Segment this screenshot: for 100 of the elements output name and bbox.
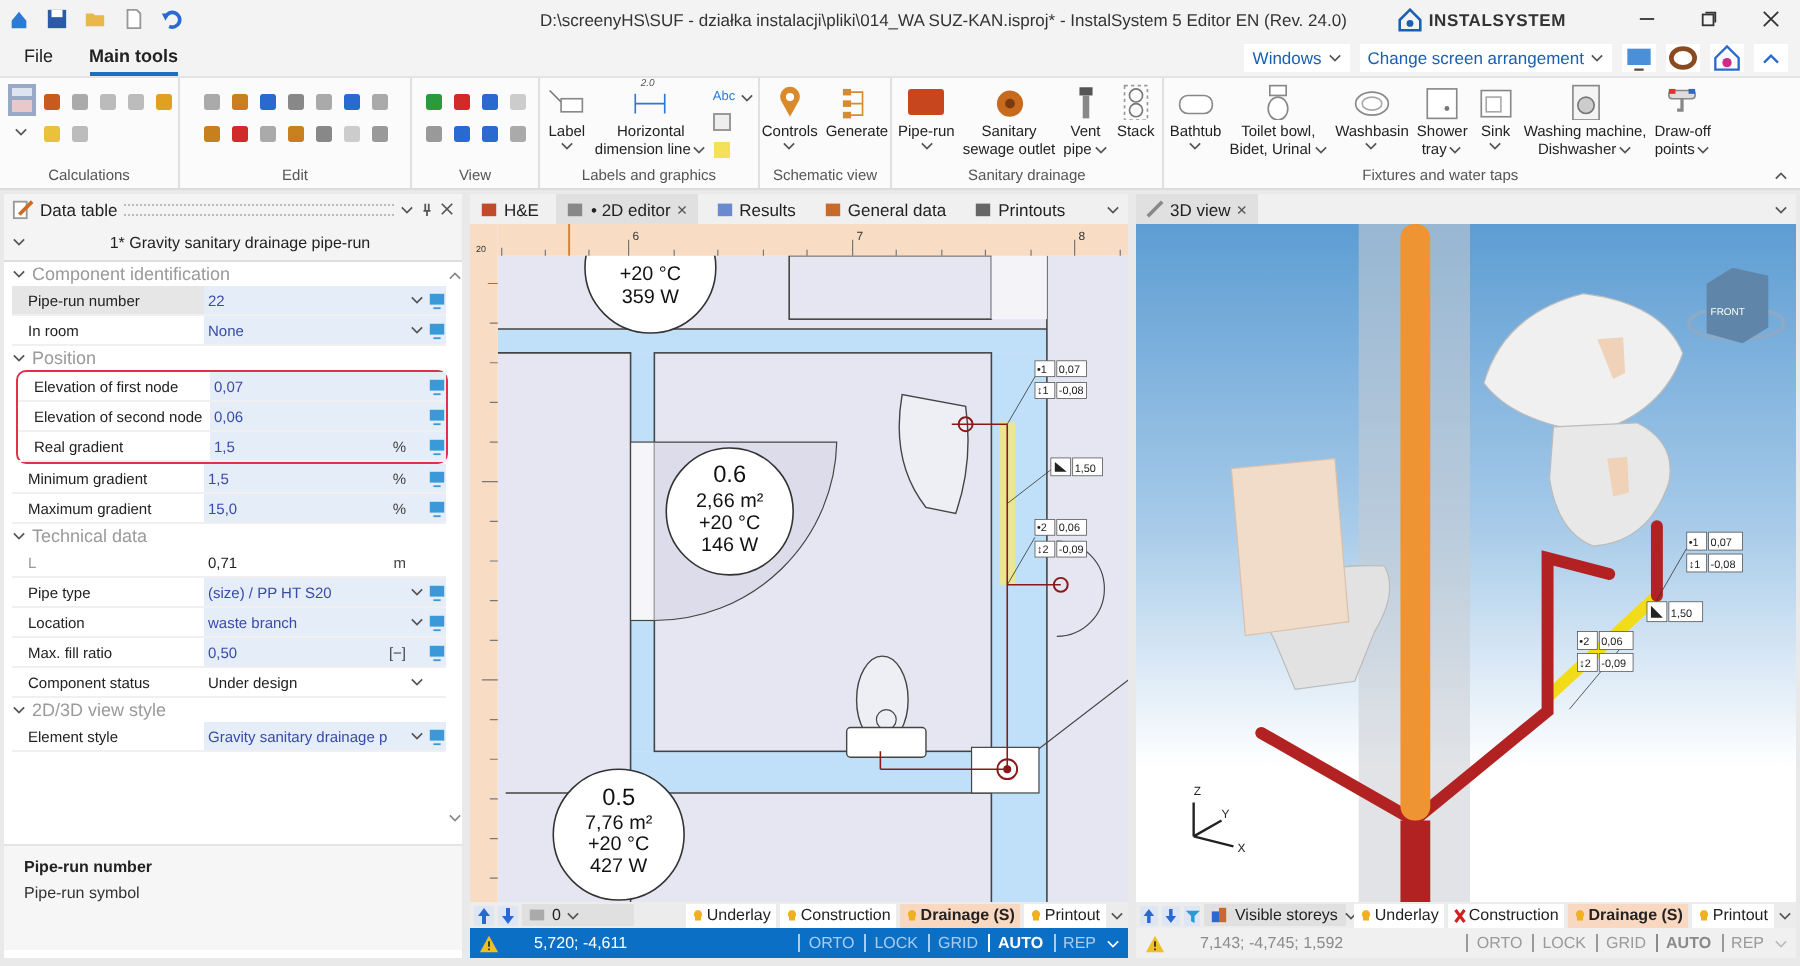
layer-tab[interactable]: Construction	[780, 903, 897, 927]
monitor-link-icon[interactable]	[428, 291, 446, 309]
building-icon	[1210, 906, 1229, 924]
restore-icon[interactable]	[1700, 10, 1718, 28]
screen-arrangement-dropdown[interactable]: Change screen arrangement	[1359, 43, 1612, 71]
filter-icon[interactable]	[1183, 905, 1201, 925]
room-label-circle	[665, 447, 794, 576]
room-number: 0.6	[713, 459, 747, 488]
document-tab[interactable]: General data	[813, 194, 957, 224]
document-tab[interactable]: • 2D editor ×	[556, 194, 698, 224]
monitor-link-icon[interactable]	[428, 407, 446, 425]
caret-icon[interactable]	[1590, 51, 1604, 63]
app-icon[interactable]	[8, 8, 30, 30]
bulb-icon	[692, 907, 705, 923]
arrow-down-icon[interactable]	[1161, 905, 1180, 925]
caret-icon[interactable]	[14, 126, 28, 138]
close-icon[interactable]	[440, 202, 454, 216]
layer-dropdown[interactable]: 0	[522, 904, 634, 926]
caret-icon[interactable]	[410, 616, 424, 628]
document-tab[interactable]: Printouts	[964, 194, 1076, 224]
caret-icon[interactable]	[410, 730, 424, 742]
monitor-link-icon[interactable]	[428, 613, 446, 631]
bulb-icon	[1360, 907, 1373, 923]
monitor-link-icon[interactable]	[428, 377, 446, 395]
close-tab-button[interactable]: ×	[1236, 199, 1247, 219]
monitor-link-icon[interactable]	[428, 469, 446, 487]
collapse-icon[interactable]	[1774, 170, 1788, 182]
caret-icon[interactable]	[400, 203, 414, 215]
windows-dropdown[interactable]: Windows	[1244, 43, 1350, 71]
caret-icon[interactable]	[1774, 203, 1788, 215]
coordinates: 7,143; -4,745; 1,592	[1200, 934, 1344, 952]
drain-pipe	[1650, 520, 1663, 602]
layer-tab[interactable]: Drainage (S)	[1568, 903, 1689, 927]
caret-icon[interactable]	[1777, 909, 1792, 921]
wall-block	[991, 255, 1047, 320]
new-file-icon[interactable]	[122, 8, 144, 30]
layer-tab[interactable]: Drainage (S)	[900, 903, 1021, 927]
caret-icon	[692, 143, 707, 155]
room-label-circle	[552, 768, 685, 901]
caret-icon	[782, 140, 797, 152]
caret-icon[interactable]	[410, 676, 424, 688]
layer-tab[interactable]: Construction	[1448, 903, 1565, 927]
bulb-icon	[1030, 907, 1043, 923]
description-title: Pipe-run number	[24, 858, 155, 876]
caret-icon[interactable]	[1110, 909, 1124, 921]
leader-line	[1656, 547, 1688, 601]
monitor-link-icon[interactable]	[428, 321, 446, 339]
monitor-icon[interactable]	[1622, 43, 1656, 71]
description-text: Pipe-run symbol	[24, 884, 142, 902]
monitor-link-icon[interactable]	[428, 643, 446, 661]
room-temperature: +20 °C	[588, 834, 650, 857]
component-title: 1* Gravity sanitary drainage pipe-run	[107, 233, 373, 251]
mode-toggle[interactable]: AUTO	[988, 934, 1044, 952]
caret-icon[interactable]	[410, 586, 424, 598]
document-tab[interactable]: Results	[705, 194, 806, 224]
monitor-link-icon[interactable]	[428, 583, 446, 601]
warning-icon[interactable]	[478, 933, 500, 953]
layer-tab[interactable]: Printout	[1692, 903, 1774, 927]
layer-tab[interactable]: Printout	[1024, 903, 1106, 927]
layer-tab[interactable]: Underlay	[686, 903, 777, 927]
close-tab-button[interactable]: ×	[676, 199, 688, 219]
caret-icon[interactable]	[410, 294, 424, 306]
cross-icon	[1454, 907, 1467, 923]
monitor-link-icon[interactable]	[428, 437, 446, 455]
panel-title: Data table	[40, 199, 118, 219]
caret-icon[interactable]	[12, 236, 26, 248]
caret-icon[interactable]	[410, 324, 424, 336]
arrow-up-icon[interactable]	[1140, 905, 1158, 925]
room-heat-load: 146 W	[701, 535, 759, 558]
caret-icon	[739, 91, 754, 103]
house-drop-icon[interactable]	[1710, 43, 1744, 71]
caret-icon	[1618, 143, 1633, 155]
layer-icon	[528, 906, 546, 924]
ribbon-tab[interactable]: File	[24, 39, 54, 75]
save-icon[interactable]	[46, 8, 68, 30]
monitor-link-icon[interactable]	[428, 499, 446, 517]
caret-icon	[559, 140, 574, 152]
caret-icon[interactable]	[1106, 203, 1120, 215]
pin-icon[interactable]	[420, 202, 434, 216]
room-area: 2,66 m²	[696, 491, 764, 514]
warning-icon[interactable]	[1144, 933, 1166, 953]
pipe-coil-icon[interactable]	[1666, 43, 1700, 71]
scroll-up-icon[interactable]	[447, 270, 461, 282]
caret-icon[interactable]	[1327, 51, 1342, 63]
caret-icon[interactable]	[12, 704, 26, 716]
caret-icon[interactable]	[12, 352, 26, 364]
monitor-link-icon[interactable]	[428, 727, 446, 745]
room-heat-load: 359 W	[621, 287, 680, 310]
caret-icon[interactable]	[12, 530, 26, 542]
caret-icon	[1364, 140, 1379, 152]
document-tab[interactable]: 3D view ×	[1136, 194, 1257, 224]
close-icon[interactable]	[1762, 10, 1780, 28]
caret-icon	[1093, 143, 1108, 155]
caret-icon[interactable]	[12, 268, 26, 280]
arrow-up-icon[interactable]	[474, 905, 494, 925]
arrow-down-icon[interactable]	[498, 905, 518, 925]
layer-tab[interactable]: Underlay	[1354, 903, 1445, 927]
collapse-icon[interactable]	[1754, 43, 1788, 71]
document-tab[interactable]: H&E	[470, 194, 549, 224]
scroll-down-icon[interactable]	[447, 812, 461, 824]
